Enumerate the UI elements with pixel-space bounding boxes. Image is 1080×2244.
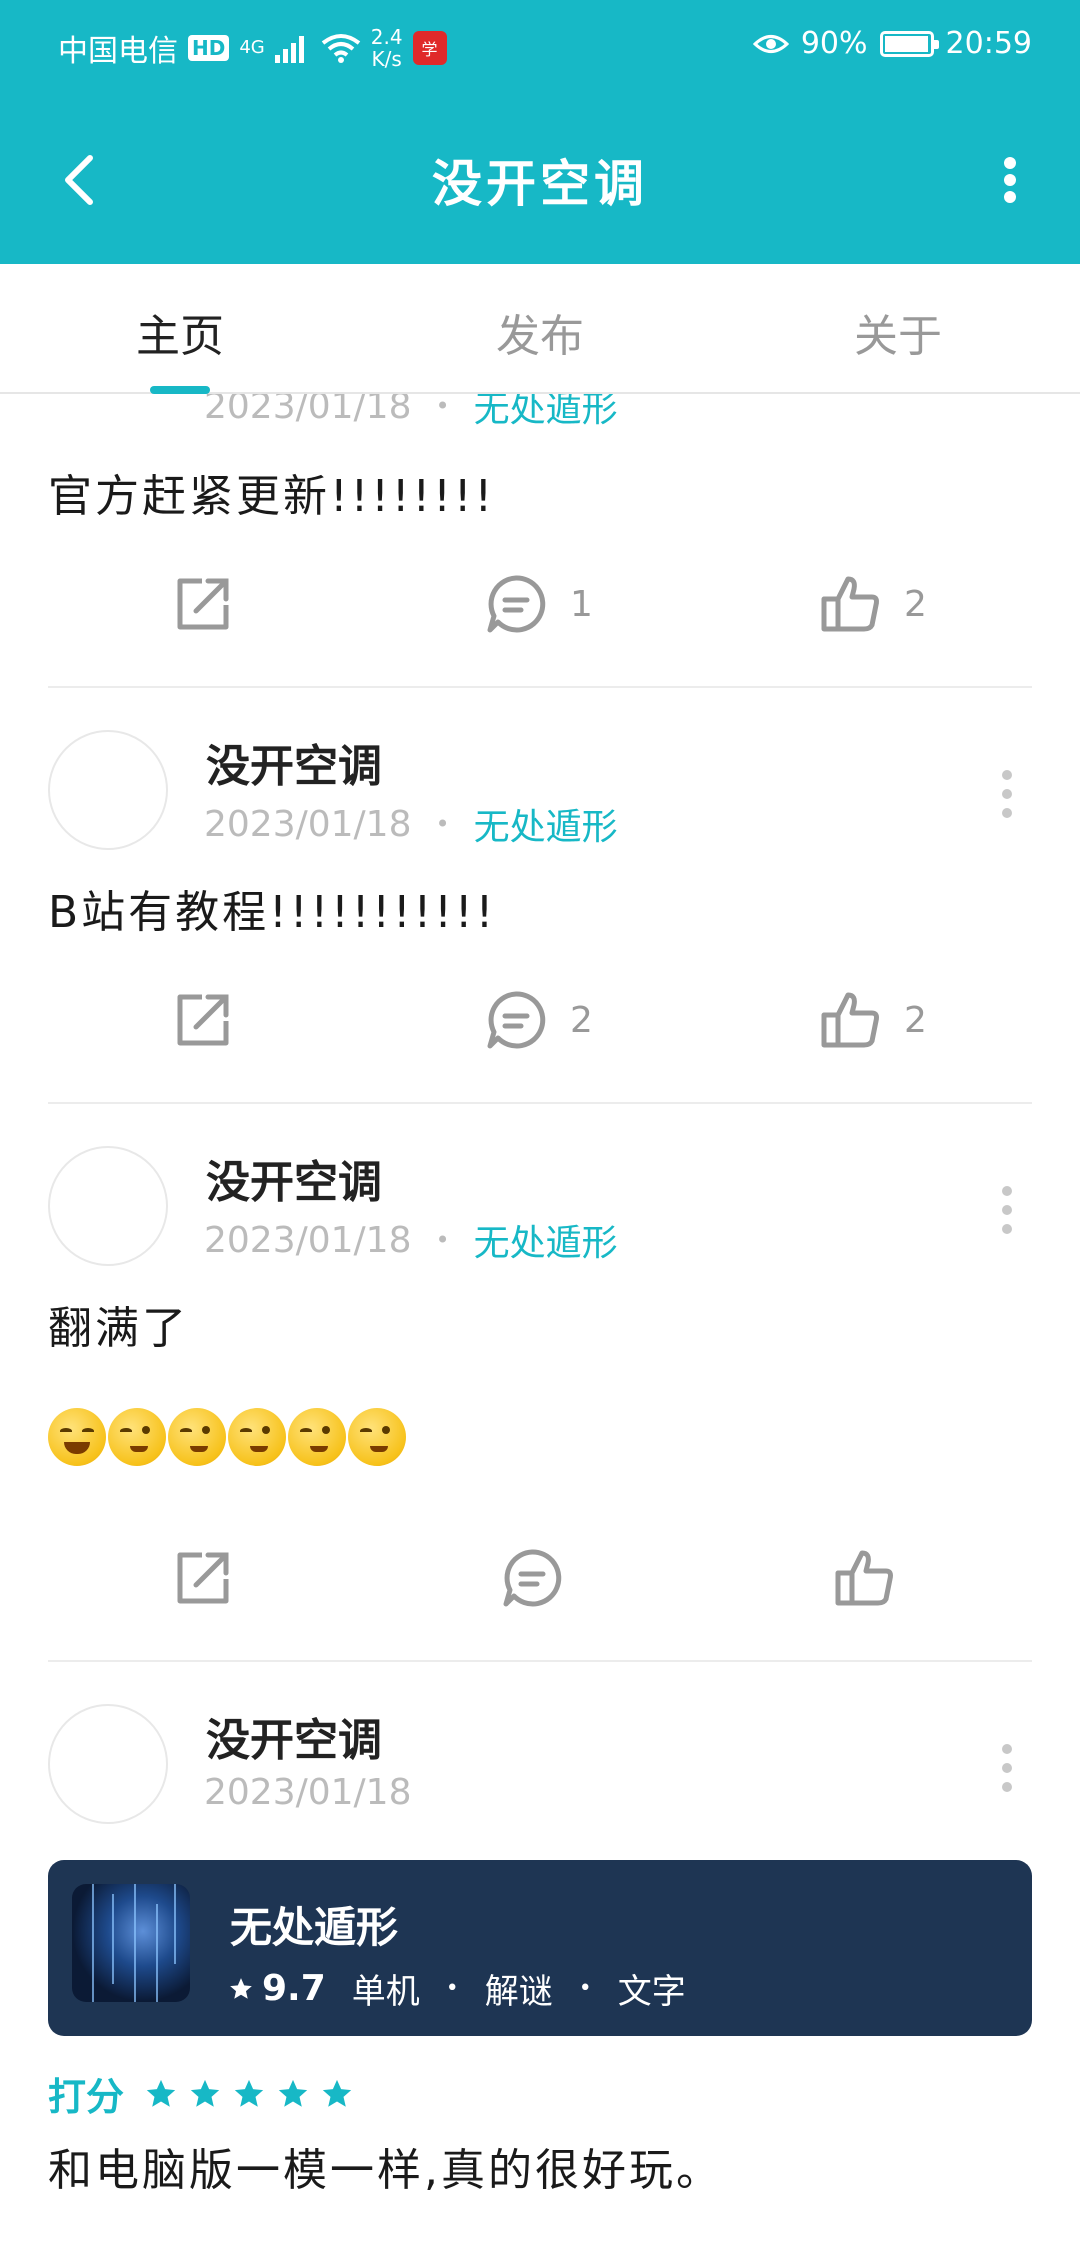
feed-list[interactable]: 2023/01/18 • 无处遁形 官方赶紧更新!!!!!!!! 1 2 没开空… [0,394,1080,2244]
thumbs-up-icon [821,992,879,1048]
tab-publish[interactable]: 发布 [440,300,640,364]
post-actions: 2 2 [0,980,1080,1060]
share-button[interactable] [172,980,234,1060]
post-date: 2023/01/18 [204,803,412,845]
wink-emoji [288,1408,346,1466]
like-button[interactable]: 2 [820,564,927,644]
tab-bar: 主页 发布 关于 [0,264,1080,394]
like-count: 2 [904,999,927,1041]
share-icon [177,1552,229,1604]
network-speed: 2.4 K/s [370,25,403,71]
game-card[interactable]: 无处遁形 9.7 单机 • 解谜 • 文字 [48,1860,1032,2036]
study-app-icon: 学 [412,31,447,65]
post-content: 官方赶紧更新!!!!!!!! [48,471,496,522]
share-icon [177,994,229,1046]
hd-badge: HD [188,35,230,61]
comment-icon [487,575,546,633]
comment-count: 1 [570,583,593,625]
post-menu-button[interactable] [992,1738,1022,1798]
thumbs-up-icon [835,1550,893,1606]
post-actions: 1 2 [0,564,1080,644]
comment-count: 2 [570,999,593,1041]
laughing-emoji [48,1408,106,1466]
game-link[interactable]: 无处遁形 [474,394,618,432]
more-vertical-icon [1004,157,1016,203]
wink-emoji [228,1408,286,1466]
star-icon [234,2079,264,2107]
app-toolbar: 没开空调 [0,96,1080,264]
game-cover-image [72,1884,190,2002]
star-icon [146,2079,176,2107]
post-meta: 2023/01/18 [204,1772,412,1813]
clock: 20:59 [945,26,1032,61]
divider [48,1102,1032,1104]
avatar[interactable] [48,1146,168,1266]
star-icon [230,1977,252,1999]
post-date: 2023/01/18 [204,1772,412,1813]
post-meta: 2023/01/18 • 无处遁形 [204,798,618,850]
comment-button[interactable]: 1 [484,564,593,644]
post-actions [0,1538,1080,1618]
battery-percent: 90% [800,26,868,61]
more-button[interactable] [970,140,1050,220]
signal-icon [274,36,304,63]
like-button[interactable]: 2 [820,980,927,1060]
wink-emoji [348,1408,406,1466]
carrier-label: 中国电信 [58,34,178,69]
game-score: 9.7 [262,1968,326,2009]
post-menu-button[interactable] [992,764,1022,824]
comment-icon [487,991,546,1049]
rating-label: 打分 [48,2075,125,2119]
game-tag: 单机 [351,1972,420,2012]
emoji-row [48,1408,406,1466]
share-icon [177,578,229,630]
game-name: 无处遁形 [230,1903,399,1952]
post-content: B站有教程!!!!!!!!!!! [48,887,497,938]
avatar[interactable] [48,1704,168,1824]
star-icon [322,2079,352,2107]
post-content: 和电脑版一模一样,真的很好玩。 [48,2145,723,2196]
thumbs-up-icon [821,576,879,632]
wink-emoji [108,1408,166,1466]
share-button[interactable] [172,1538,234,1618]
network-type: 4G [239,37,265,58]
comment-icon [503,1549,562,1607]
battery-icon [879,30,939,57]
status-bar: 中国电信 HD 4G 2.4 K/s 学 90% 20:59 [0,0,1080,96]
game-tag: 文字 [617,1972,686,2012]
post-content: 翻满了 [48,1303,189,1354]
avatar[interactable] [48,730,168,850]
wifi-icon [321,34,360,63]
game-link[interactable]: 无处遁形 [474,1214,618,1266]
author-name[interactable]: 没开空调 [206,730,382,794]
like-button[interactable] [834,1538,896,1618]
divider [48,686,1032,688]
share-button[interactable] [172,564,234,644]
tab-home[interactable]: 主页 [80,300,280,364]
star-icon [190,2079,220,2107]
post-meta: 2023/01/18 • 无处遁形 [204,394,618,432]
divider [48,1660,1032,1662]
tab-about[interactable]: 关于 [798,300,998,364]
like-count: 2 [904,583,927,625]
comment-button[interactable] [500,1538,564,1618]
wink-emoji [168,1408,226,1466]
post-date: 2023/01/18 [204,1219,412,1261]
post-menu-button[interactable] [992,1180,1022,1240]
rating-row: 打分 [48,2066,354,2121]
post-date: 2023/01/18 [204,394,412,427]
game-info: 9.7 单机 • 解谜 • 文字 [228,1964,686,2013]
game-link[interactable]: 无处遁形 [474,798,618,850]
author-name[interactable]: 没开空调 [206,1704,382,1768]
star-icon [278,2079,308,2107]
page-title: 没开空调 [432,155,648,213]
tab-indicator [150,386,210,394]
comment-button[interactable]: 2 [484,980,593,1060]
eye-comfort-icon [752,34,789,53]
game-tag: 解谜 [484,1972,553,2012]
author-name[interactable]: 没开空调 [206,1146,382,1210]
post-meta: 2023/01/18 • 无处遁形 [204,1214,618,1266]
